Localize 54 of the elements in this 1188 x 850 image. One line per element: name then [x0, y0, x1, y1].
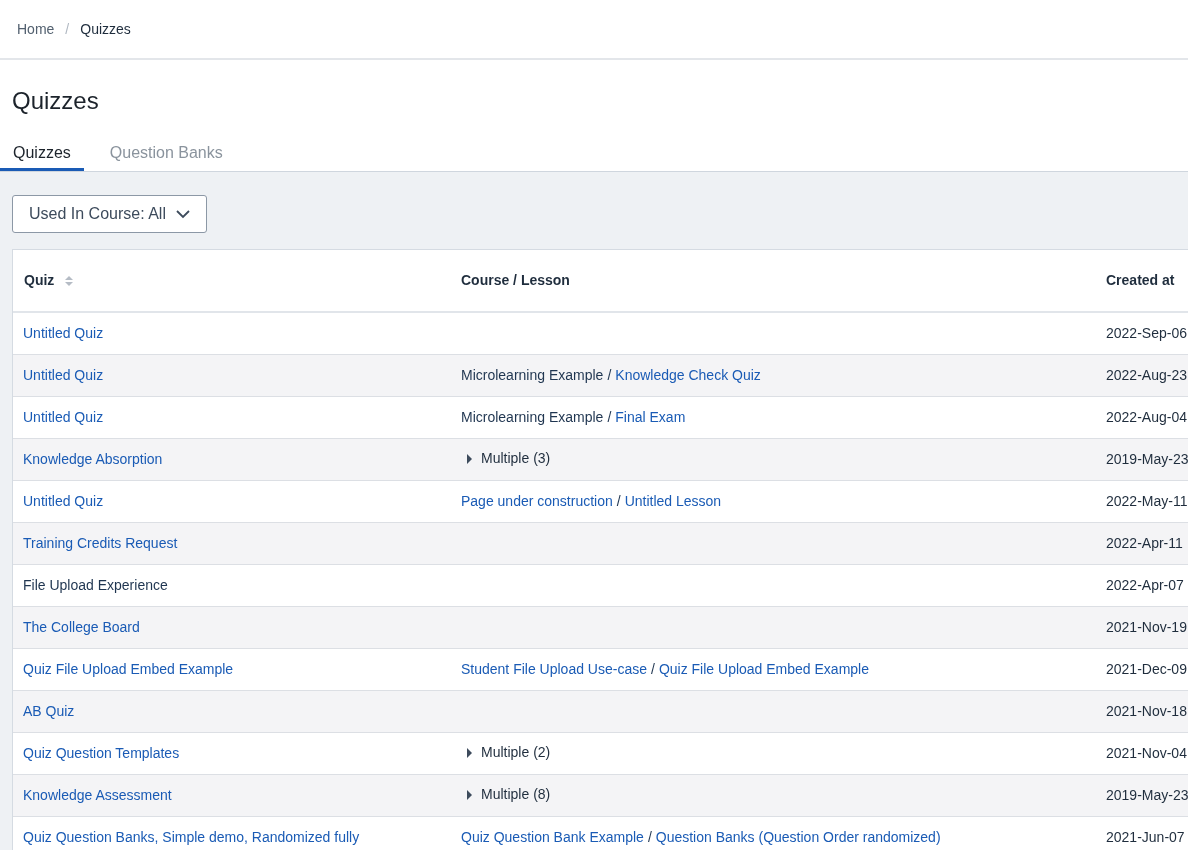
- quiz-link[interactable]: Quiz Question Banks, Simple demo, Randomized fully: [23, 828, 360, 845]
- sort-icon[interactable]: [64, 274, 75, 287]
- lesson-link[interactable]: Final Exam: [615, 408, 686, 425]
- date-text: 2022-May-11: [1106, 492, 1188, 509]
- page-title: Quizzes: [12, 86, 100, 116]
- course-name: Microlearning Example: [461, 408, 604, 425]
- expand-multiple-toggle[interactable]: Multiple (8): [461, 784, 551, 806]
- date-text: 2021-Jun-07: [1106, 828, 1185, 845]
- breadcrumb-separator: /: [65, 19, 70, 39]
- date-text: 2022-Aug-04: [1106, 408, 1187, 425]
- date-text: 2022-Aug-23: [1106, 366, 1187, 383]
- lesson-link[interactable]: Quiz File Upload Embed Example: [658, 660, 869, 677]
- lesson-link[interactable]: Knowledge Check Quiz: [615, 366, 761, 383]
- lesson-link[interactable]: Quiz Question Bank Example: [461, 828, 644, 845]
- expand-multiple-toggle[interactable]: Multiple (2): [461, 742, 551, 764]
- date-text: 2021-Nov-18: [1106, 702, 1187, 719]
- date-text: 2022-Apr-07: [1106, 576, 1184, 593]
- date-text: 2019-May-23: [1106, 450, 1188, 467]
- date-text: 2021-Nov-19: [1106, 618, 1187, 635]
- chevron-down-icon: [175, 209, 190, 219]
- path-separator: /: [607, 408, 612, 425]
- date-text: 2021-Dec-09: [1106, 660, 1187, 677]
- course-name: Microlearning Example: [461, 366, 604, 383]
- quiz-link[interactable]: Untitled Quiz: [23, 492, 104, 509]
- quiz-link[interactable]: Training Credits Request: [23, 534, 178, 551]
- quiz-link[interactable]: Knowledge Absorption: [23, 450, 163, 467]
- path-separator: /: [607, 366, 612, 383]
- quiz-link[interactable]: The College Board: [23, 618, 140, 635]
- column-header[interactable]: Quiz: [24, 270, 75, 291]
- lesson-link[interactable]: Student File Upload Use-case: [461, 660, 647, 677]
- path-separator: /: [651, 660, 655, 677]
- path-separator: /: [616, 492, 621, 509]
- path-separator: /: [647, 828, 652, 845]
- quiz-link[interactable]: Untitled Quiz: [23, 408, 104, 425]
- expand-multiple-toggle[interactable]: Multiple (3): [461, 448, 551, 470]
- breadcrumb-current: Quizzes: [80, 19, 131, 39]
- date-text: 2022-Sep-06: [1106, 324, 1187, 341]
- lesson-link[interactable]: Page under construction: [461, 492, 613, 509]
- quiz-name: File Upload Experience: [23, 576, 168, 593]
- breadcrumb-link[interactable]: Home: [17, 18, 55, 40]
- quiz-link[interactable]: Knowledge Assessment: [23, 786, 172, 803]
- quiz-link[interactable]: AB Quiz: [23, 702, 75, 719]
- quiz-link[interactable]: Quiz File Upload Embed Example: [23, 660, 234, 677]
- quiz-link[interactable]: Untitled Quiz: [23, 366, 104, 383]
- quiz-link[interactable]: Untitled Quiz: [23, 324, 104, 341]
- date-text: 2021-Nov-04: [1106, 744, 1187, 761]
- lesson-link[interactable]: Question Banks (Question Order randomized): [655, 828, 941, 845]
- lesson-link[interactable]: Untitled Lesson: [624, 492, 722, 509]
- column-header[interactable]: Course / Lesson: [461, 270, 570, 291]
- column-header[interactable]: Created at: [1106, 270, 1175, 291]
- quiz-link[interactable]: Quiz Question Templates: [23, 744, 180, 761]
- date-text: 2022-Apr-11: [1106, 534, 1183, 551]
- course-filter-dropdown[interactable]: Used In Course: All: [12, 195, 207, 233]
- date-text: 2019-May-23: [1106, 786, 1188, 803]
